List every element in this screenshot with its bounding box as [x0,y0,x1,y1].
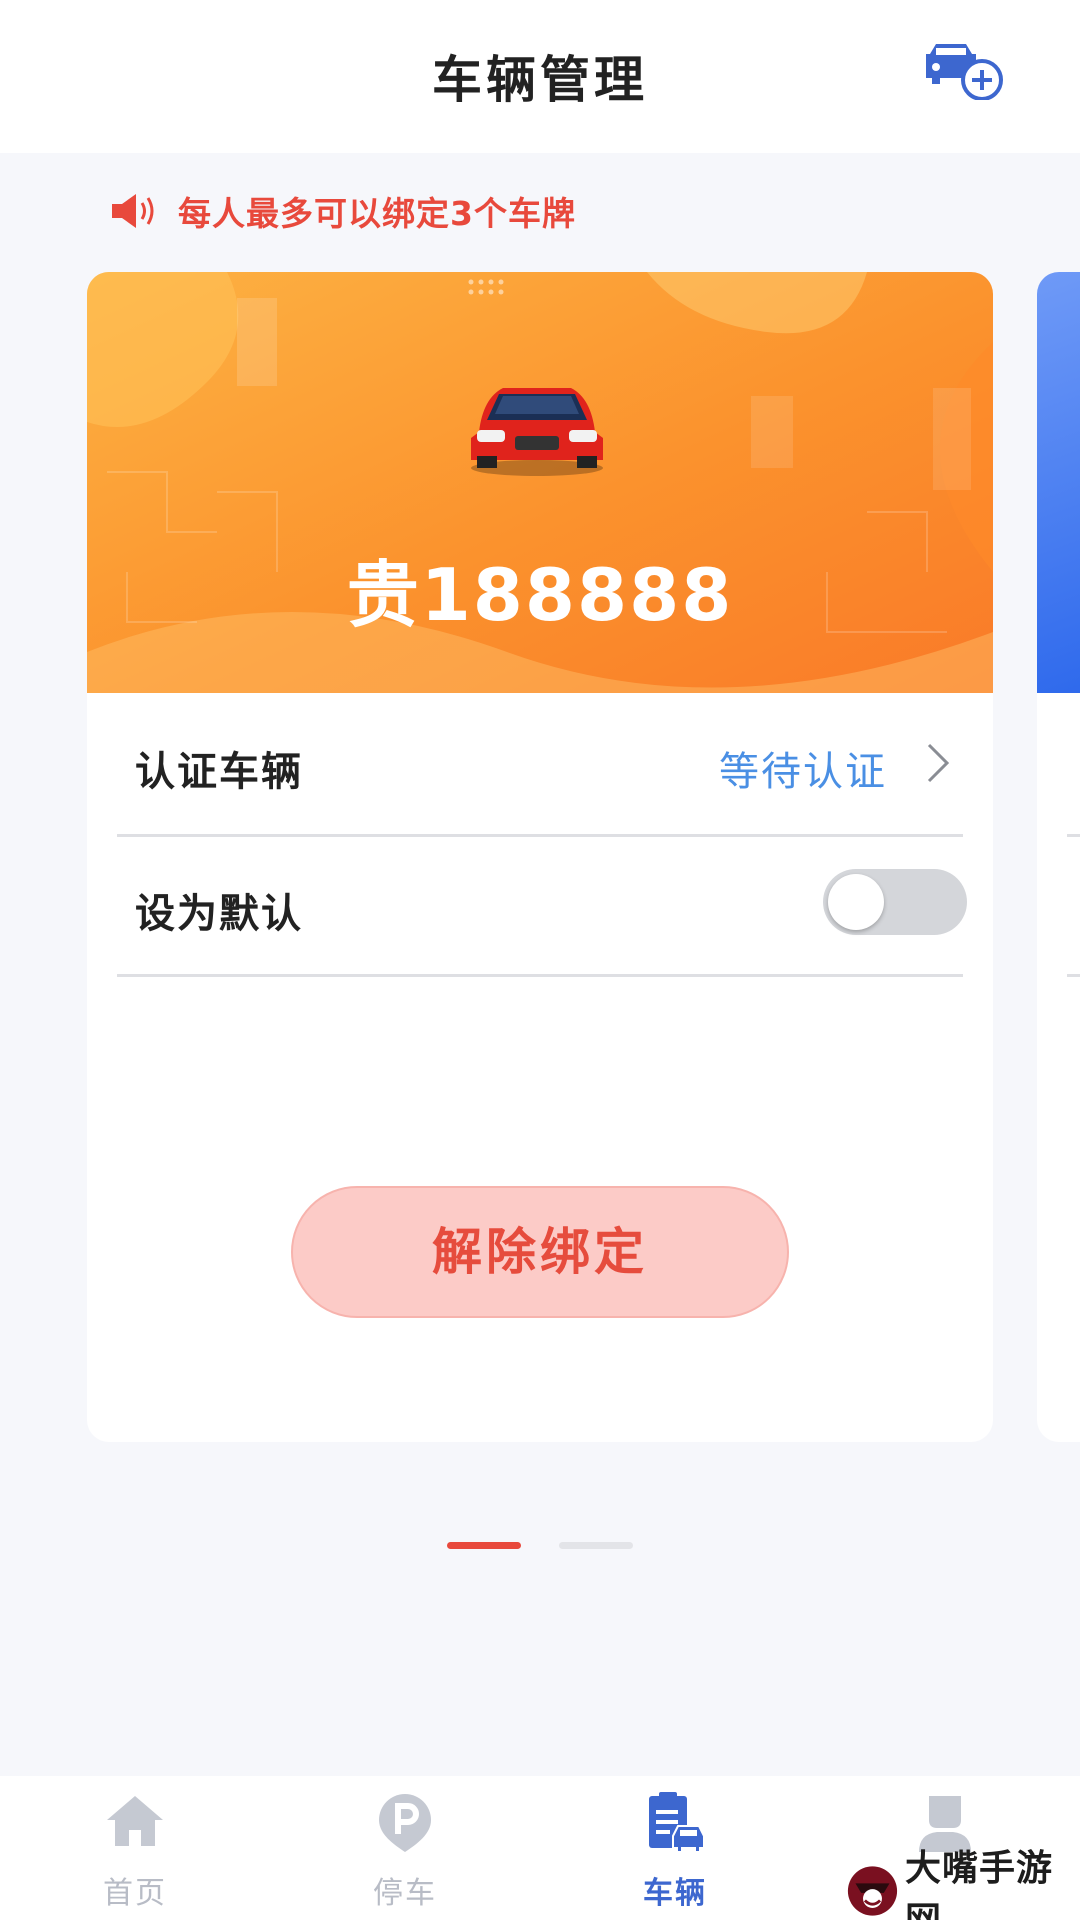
watermark-text: 大嘴手游网 [904,1848,1053,1920]
tab-home[interactable]: 首页 [0,1776,270,1920]
set-default-row: 设为默认 [117,837,967,977]
peek-banner [1037,272,1080,693]
notice-text: 每人最多可以绑定3个车牌 [178,194,576,233]
speaker-icon [112,194,154,228]
default-toggle[interactable] [823,869,967,935]
license-plate: 贵188888 [346,553,734,637]
card-pager [0,1542,1080,1550]
card-banner: 贵188888 [87,272,993,693]
row-divider [117,974,963,977]
tab-home-label: 首页 [103,1876,167,1911]
pager-dot-active[interactable] [447,1542,521,1549]
tab-vehicles-label: 车辆 [643,1876,707,1911]
binding-limit-notice: 每人最多可以绑定3个车牌 [110,186,576,236]
vehicle-card: 贵188888 认证车辆 等待认证 设为默认 解除绑定 [87,272,993,1442]
tab-parking[interactable]: 停车 [270,1776,540,1920]
parking-icon [379,1794,431,1852]
red-car-image [471,388,603,476]
peek-divider [1067,974,1080,977]
watermark: 大嘴手游网 [846,1848,1080,1920]
home-icon [107,1796,163,1846]
verify-status: 等待认证 [719,749,887,795]
car-add-icon [926,44,1003,101]
pager-dot[interactable] [559,1542,633,1549]
page-title: 车辆管理 [432,51,648,109]
next-vehicle-card-peek[interactable] [1037,272,1080,1442]
toggle-knob [828,874,884,930]
vehicle-doc-icon [649,1792,705,1853]
unbind-button[interactable]: 解除绑定 [291,1186,789,1318]
watermark-logo [847,1866,898,1916]
add-car-button[interactable] [922,40,1004,101]
verify-vehicle-row[interactable]: 认证车辆 等待认证 [117,693,963,837]
top-header: 车辆管理 [0,0,1080,153]
tab-vehicles[interactable]: 车辆 [540,1776,810,1920]
tab-parking-label: 停车 [373,1876,437,1911]
set-default-label: 设为默认 [135,891,303,937]
verify-label: 认证车辆 [135,749,303,795]
peek-divider [1067,834,1080,837]
chevron-right-icon [927,743,950,783]
